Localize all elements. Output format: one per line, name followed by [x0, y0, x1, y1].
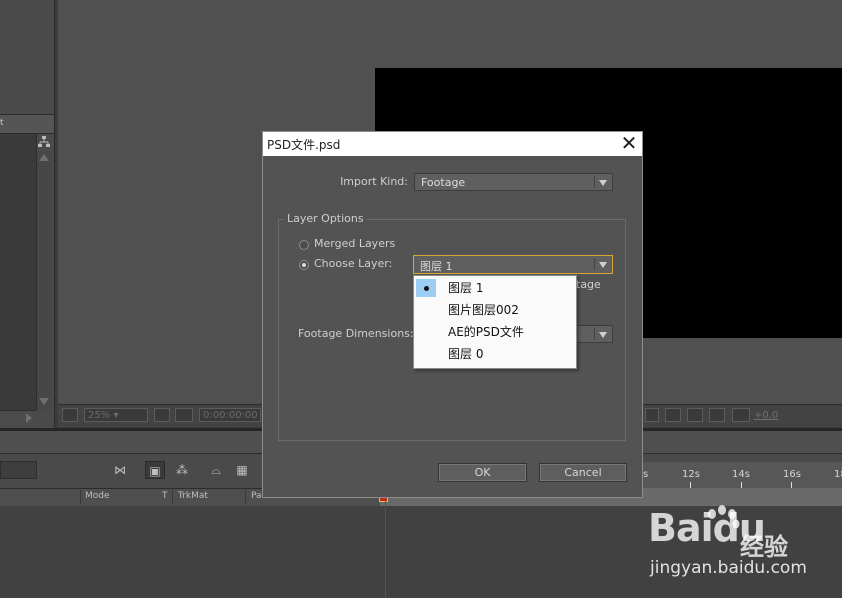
project-item-list[interactable]: [0, 134, 37, 410]
scroll-down-icon[interactable]: [39, 398, 49, 405]
merged-layers-radio[interactable]: [299, 240, 309, 250]
column-t[interactable]: T: [162, 491, 168, 501]
import-kind-label: Import Kind:: [340, 175, 408, 188]
choose-layer-radio[interactable]: [299, 260, 309, 270]
exposure-value[interactable]: +0.0: [754, 410, 778, 421]
frame-blending-icon[interactable]: ⌓: [206, 461, 226, 479]
dropdown-separator: [594, 176, 595, 188]
3d-view-icon[interactable]: [665, 408, 681, 422]
flowchart-icon[interactable]: [38, 136, 50, 148]
layer-menu-item-label: 图层 0: [448, 347, 484, 361]
fit-icon[interactable]: [154, 408, 170, 422]
project-panel-header-text: t: [0, 118, 4, 128]
ok-button[interactable]: OK: [438, 463, 527, 482]
layer-menu-item[interactable]: 图层 0: [414, 343, 576, 365]
column-mode[interactable]: Mode: [85, 491, 110, 501]
grid-icon[interactable]: [175, 408, 193, 422]
selected-bullet-icon: [416, 279, 436, 297]
column-trkmat[interactable]: TrkMat: [178, 491, 208, 501]
timecode-display[interactable]: 0:00:00:00: [199, 408, 261, 422]
chevron-down-icon: [599, 180, 607, 186]
dropdown-separator: [594, 328, 595, 340]
cancel-button[interactable]: Cancel: [539, 463, 627, 482]
merged-layers-label[interactable]: Merged Layers: [314, 237, 395, 250]
zoom-dropdown[interactable]: 25% ▾: [84, 408, 148, 422]
chevron-down-icon: [599, 332, 607, 338]
exposure-icon[interactable]: [732, 408, 750, 422]
footage-option-label: tage: [576, 278, 601, 291]
ruler-label: s: [643, 469, 649, 480]
layer-menu-item[interactable]: AE的PSD文件: [414, 321, 576, 343]
region-of-interest-icon[interactable]: [62, 408, 78, 422]
choose-layer-dropdown[interactable]: 图层 1: [413, 255, 613, 274]
layer-menu-item[interactable]: 图片图层002: [414, 299, 576, 321]
motion-blur-icon[interactable]: ▦: [232, 461, 252, 479]
import-kind-value: Footage: [421, 176, 466, 189]
layer-menu-item[interactable]: 图层 1: [414, 277, 576, 299]
playhead-line[interactable]: [385, 497, 386, 598]
channel-icon[interactable]: [645, 408, 659, 422]
comp-mini-flowchart-icon[interactable]: ⋈: [110, 461, 130, 479]
project-panel-header[interactable]: t: [0, 114, 54, 134]
layer-menu-item-label: 图层 1: [448, 281, 484, 295]
footage-dimensions-label: Footage Dimensions:: [298, 327, 414, 340]
timecode-value: 0:00:00:00: [203, 410, 258, 421]
timeline-search-input[interactable]: [0, 461, 37, 479]
baidu-watermark-jingyan: 经验: [740, 533, 788, 561]
chevron-down-icon: [599, 262, 607, 268]
shy-layers-icon[interactable]: ⁂: [172, 461, 192, 479]
scroll-up-icon[interactable]: [39, 154, 49, 161]
ruler-label: 12s: [682, 469, 700, 480]
draft-3d-icon[interactable]: ▣: [145, 461, 165, 479]
ruler-label: 18: [834, 469, 842, 480]
column-divider[interactable]: [80, 490, 81, 504]
toggle-pixel-icon[interactable]: [709, 408, 725, 422]
baidu-paw-icon: [708, 505, 740, 529]
scroll-right-icon[interactable]: [26, 413, 32, 423]
choose-layer-value: 图层 1: [420, 260, 453, 273]
zoom-value: 25%: [88, 410, 111, 421]
ruler-label: 14s: [732, 469, 750, 480]
ruler-label: 16s: [783, 469, 801, 480]
baidu-watermark-url: jingyan.baidu.com: [650, 558, 807, 578]
dropdown-separator: [594, 258, 595, 270]
project-scrollbar[interactable]: [37, 152, 51, 410]
import-kind-dropdown[interactable]: Footage: [414, 173, 613, 191]
choose-layer-label[interactable]: Choose Layer:: [314, 257, 392, 270]
column-divider[interactable]: [172, 490, 173, 504]
close-icon[interactable]: ✕: [617, 131, 641, 155]
column-divider[interactable]: [245, 490, 246, 504]
layer-menu-item-label: AE的PSD文件: [448, 325, 524, 339]
layer-options-label: Layer Options: [284, 212, 367, 225]
footage-dimensions-dropdown[interactable]: [576, 325, 613, 343]
view-layout-icon[interactable]: [687, 408, 703, 422]
dialog-title: PSD文件.psd: [267, 138, 341, 152]
layer-menu-item-label: 图片图层002: [448, 303, 519, 317]
